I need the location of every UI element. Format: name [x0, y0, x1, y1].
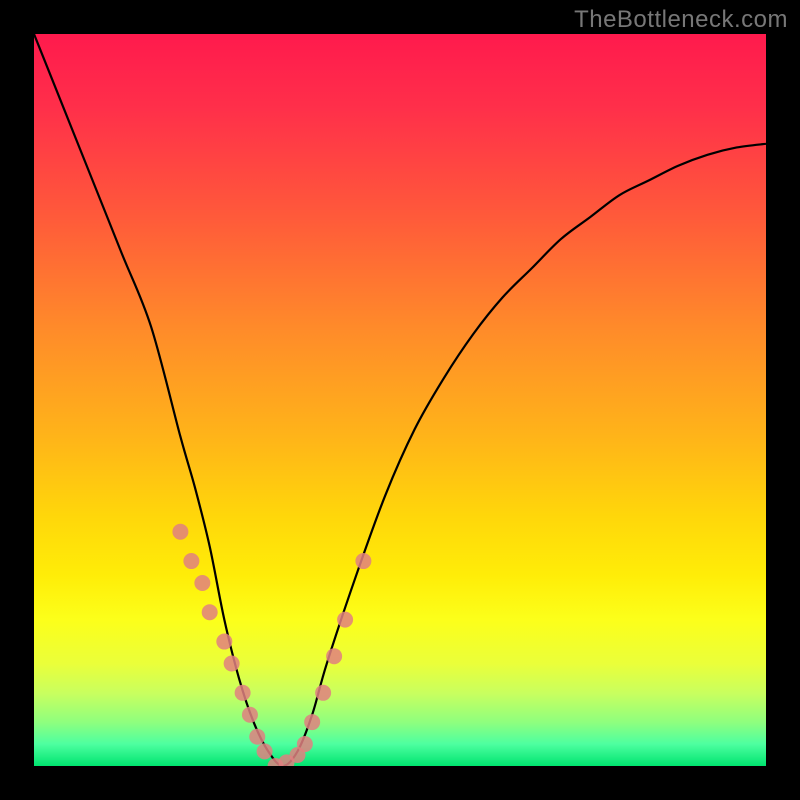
marker-dot: [224, 656, 240, 672]
bottleneck-curve: [34, 34, 766, 766]
watermark-text: TheBottleneck.com: [574, 6, 788, 34]
marker-dot: [326, 648, 342, 664]
marker-group: [172, 524, 371, 766]
marker-dot: [242, 707, 258, 723]
marker-dot: [172, 524, 188, 540]
marker-dot: [216, 634, 232, 650]
marker-dot: [202, 604, 218, 620]
marker-dot: [249, 729, 265, 745]
marker-dot: [194, 575, 210, 591]
marker-dot: [235, 685, 251, 701]
marker-dot: [183, 553, 199, 569]
marker-dot: [297, 736, 313, 752]
plot-area: [34, 34, 766, 766]
marker-dot: [315, 685, 331, 701]
chart-svg: [34, 34, 766, 766]
marker-dot: [355, 553, 371, 569]
marker-dot: [337, 612, 353, 628]
marker-dot: [257, 743, 273, 759]
marker-dot: [304, 714, 320, 730]
chart-frame: TheBottleneck.com: [0, 0, 800, 800]
